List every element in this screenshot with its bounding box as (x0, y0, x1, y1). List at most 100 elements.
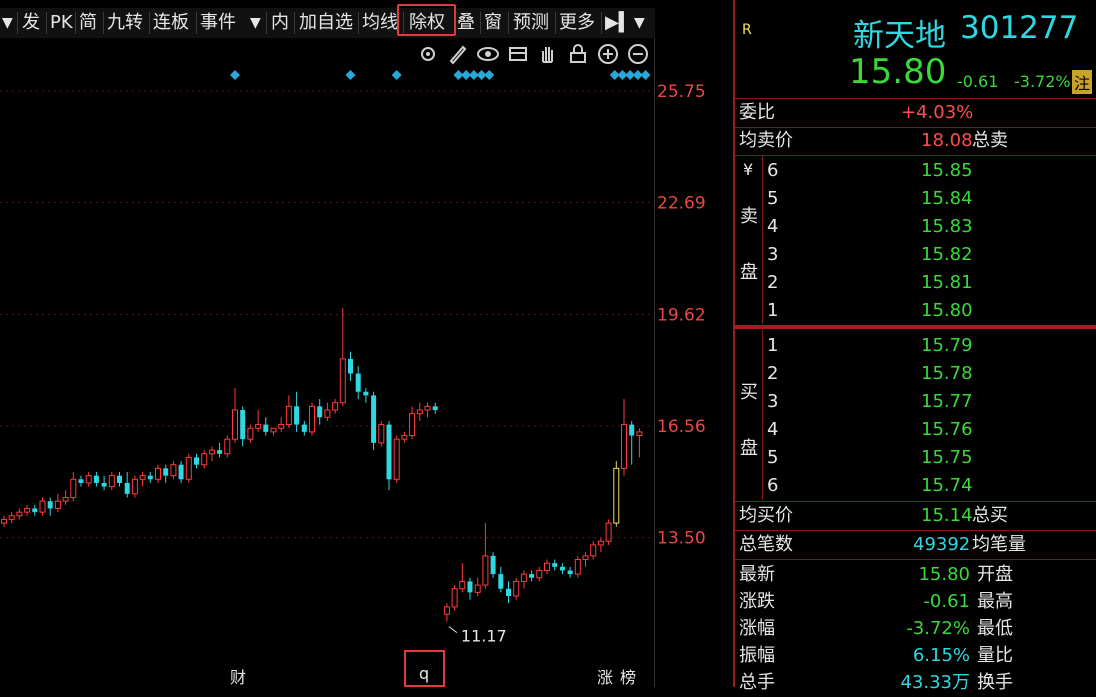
chevron-down-icon[interactable]: ▼ (634, 8, 645, 38)
level-price: 15.76 (921, 419, 973, 440)
level-num: 1 (767, 335, 779, 356)
level-num: 6 (767, 160, 779, 181)
buy-level-3[interactable]: 3 15.77 (735, 388, 1096, 416)
candle-body (309, 405, 315, 433)
candle (552, 559, 558, 571)
candle (255, 410, 262, 432)
candle-body (474, 584, 481, 593)
candle-body (247, 427, 254, 440)
candlestick-chart[interactable]: 25.75 22.69 19.62 16.56 13.50 11.17 (0, 38, 733, 687)
tag-financial[interactable]: 财 (230, 664, 246, 688)
toolbar-item-nei[interactable]: 内 (271, 8, 289, 38)
candle-body (201, 453, 208, 466)
toolbar-item-shijian[interactable]: 事件 (200, 8, 236, 38)
tag-q[interactable]: q (419, 664, 429, 683)
divider (735, 559, 1096, 560)
candle (247, 424, 254, 443)
buy-level-5[interactable]: 5 15.75 (735, 444, 1096, 472)
candle-body (317, 406, 323, 418)
candle-body (409, 413, 416, 437)
candle (285, 395, 292, 429)
avg-buy-value: 15.14 (921, 505, 973, 526)
candles (1, 307, 643, 622)
low-marker-arrow (448, 626, 458, 634)
avg-buy-row: 均买价 15.14 总买 (735, 502, 1096, 530)
buy-level-4[interactable]: 4 15.76 (735, 416, 1096, 444)
candle-body (597, 540, 604, 546)
candle (393, 435, 400, 483)
level-price: 15.75 (921, 447, 973, 468)
candle (529, 570, 535, 582)
tag-ranking[interactable]: 榜 (620, 664, 636, 688)
candle-body (39, 500, 46, 513)
candle (16, 508, 23, 520)
toolbar-item-pk[interactable]: PK (50, 8, 73, 38)
sell-level-6[interactable]: 6 15.85 (735, 157, 1096, 185)
candle-body (371, 395, 377, 443)
sell-level-5[interactable]: 5 15.84 (735, 185, 1096, 213)
buy-level-6[interactable]: 6 15.74 (735, 472, 1096, 500)
candle-body (285, 405, 292, 426)
toolbar-item-overlay[interactable]: 叠 (457, 8, 475, 38)
candle-body (270, 427, 277, 433)
weibi-value: +4.03% (901, 102, 974, 123)
candle (93, 472, 99, 487)
toolbar-item-jian[interactable]: 简 (79, 8, 97, 38)
avg-trade-label: 均笔量 (972, 534, 1026, 555)
candle-body (416, 409, 423, 415)
toolbar-item-lianban[interactable]: 连板 (153, 8, 189, 38)
candle (582, 552, 589, 567)
low-price-marker: 11.17 (448, 626, 507, 646)
candle (263, 417, 269, 436)
candle-body (498, 574, 504, 589)
stock-name: 新天地 (853, 18, 946, 54)
candle (147, 472, 153, 483)
candle (85, 472, 92, 487)
sell-level-4[interactable]: 4 15.83 (735, 213, 1096, 241)
price-change: -0.61 (957, 72, 999, 91)
stat-row-volume: 总手 43.33万 换手 (735, 669, 1096, 697)
candle (139, 472, 146, 487)
candle-body (590, 544, 597, 557)
candle (474, 577, 481, 596)
toolbar-item-forecast[interactable]: 预测 (513, 8, 549, 38)
candle-body (155, 467, 161, 480)
candle (567, 566, 573, 578)
candle-body (139, 475, 146, 480)
sell-level-2[interactable]: 2 15.81 (735, 269, 1096, 297)
buy-level-2[interactable]: 2 15.78 (735, 360, 1096, 388)
candle-body (459, 580, 466, 590)
toolbar-item-add-watchlist[interactable]: 加自选 (299, 8, 353, 38)
weibi-label: 委比 (739, 102, 775, 123)
candle (621, 399, 627, 476)
note-badge[interactable]: 注 (1072, 70, 1093, 94)
candle (317, 399, 323, 425)
candle-body (255, 424, 262, 429)
toolbar-dropdown-arrow-icon[interactable]: ▼ (2, 8, 13, 38)
candle (101, 475, 107, 491)
candle (590, 541, 597, 560)
level-price: 15.79 (921, 335, 973, 356)
sell-level-1[interactable]: 1 15.80 (735, 297, 1096, 325)
stat-label: 涨跌 (739, 591, 775, 612)
y-tick-label: 13.50 (657, 529, 706, 549)
candle (401, 431, 408, 443)
toolbar-item-window[interactable]: 窗 (484, 8, 502, 38)
event-marker-diamond (391, 70, 402, 80)
divider (735, 325, 1096, 329)
candle (32, 504, 38, 516)
candle (574, 555, 581, 578)
chevron-down-icon[interactable]: ▼ (250, 8, 261, 38)
stat-value: -0.61 (923, 591, 970, 612)
toolbar-item-jiuzhuan[interactable]: 九转 (107, 8, 143, 38)
sell-level-3[interactable]: 3 15.82 (735, 241, 1096, 269)
tag-limit-up[interactable]: 涨 (597, 664, 613, 688)
buy-level-1[interactable]: 1 15.79 (735, 332, 1096, 360)
toolbar-item-fa[interactable]: 发 (22, 8, 40, 38)
toolbar-item-more[interactable]: 更多 (559, 8, 595, 38)
stat-value: 43.33万 (900, 672, 970, 693)
candle-body (605, 522, 612, 542)
total-trades-value: 49392 (913, 534, 971, 555)
collapse-right-icon[interactable]: ▶▍ (605, 8, 633, 38)
toolbar-item-moving-average[interactable]: 均线 (362, 8, 398, 38)
